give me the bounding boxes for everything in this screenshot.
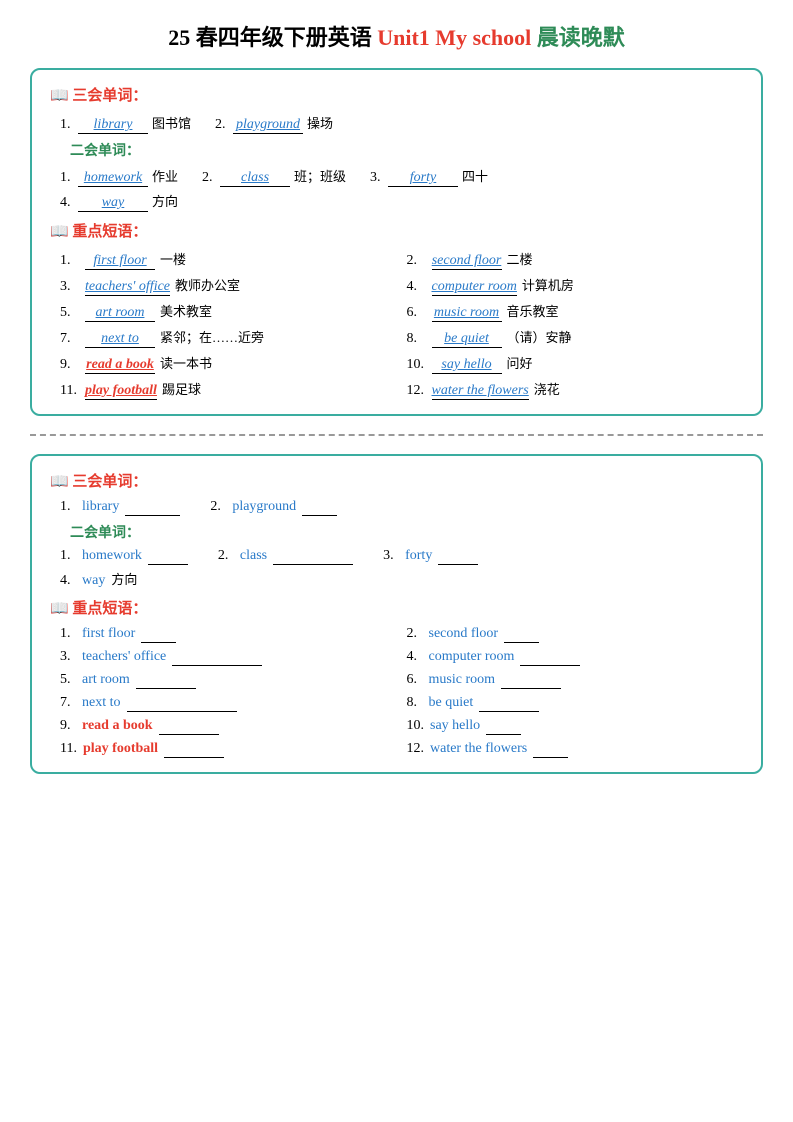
list-item: 5. art room 美术教室 (60, 301, 397, 322)
section1-er-words-row2: 4. way 方向 (60, 191, 743, 212)
section2-er-words-row1: 1. homework 2. class 3. forty (60, 548, 743, 565)
section2-er-words-row2: 4. way 方向 (60, 569, 743, 589)
list-item: 9. read a book (60, 718, 397, 735)
section2-box: 📖 三会单词： 1. library 2. playground 二会单词： 1… (30, 454, 763, 774)
list-item: 4. computer room (407, 649, 744, 666)
dashed-divider (30, 434, 763, 436)
section1-san-header: 📖 三会单词： (50, 84, 743, 105)
list-item: 1. library (60, 499, 180, 516)
list-item: 1. homework 作业 (60, 166, 178, 187)
list-item: 3. teachers' office 教师办公室 (60, 275, 397, 296)
section1-er-words-row1: 1. homework 作业 2. class 班；班级 3. forty 四十 (60, 166, 743, 187)
list-item: 11. play football (60, 741, 397, 758)
list-item: 2. class (218, 548, 353, 565)
list-item: 10. say hello (407, 718, 744, 735)
list-item: 8. be quiet （请）安静 (407, 327, 744, 348)
list-item: 1. first floor 一楼 (60, 249, 397, 270)
section2-phrases-grid: 1. first floor 2. second floor 3. teache… (60, 626, 743, 758)
section1-box: 📖 三会单词： 1. library 图书馆 2. playground 操场 … (30, 68, 763, 416)
list-item: 11. play football 踢足球 (60, 379, 397, 400)
list-item: 8. be quiet (407, 695, 744, 712)
list-item: 9. read a book 读一本书 (60, 353, 397, 374)
title-prefix: 25 春四年级下册英语 (168, 25, 377, 50)
section1-san-words-row: 1. library 图书馆 2. playground 操场 (60, 113, 743, 134)
title-suffix: 晨读晚默 (531, 25, 625, 50)
section2-er-header: 二会单词： (70, 522, 743, 542)
section2-san-words-row: 1. library 2. playground (60, 499, 743, 516)
list-item: 3. forty (383, 548, 478, 565)
list-item: 6. music room (407, 672, 744, 689)
list-item: 4. way 方向 (60, 569, 137, 589)
list-item: 5. art room (60, 672, 397, 689)
list-item: 10. say hello 问好 (407, 353, 744, 374)
list-item: 12. water the flowers (407, 741, 744, 758)
list-item: 3. teachers' office (60, 649, 397, 666)
section1-phrases-grid: 1. first floor 一楼 2. second floor 二楼 3. … (60, 249, 743, 400)
list-item: 3. forty 四十 (370, 166, 488, 187)
list-item: 1. first floor (60, 626, 397, 643)
list-item: 7. next to (60, 695, 397, 712)
list-item: 2. playground (210, 499, 337, 516)
title-unit: Unit1 My school (377, 25, 531, 50)
list-item: 4. way 方向 (60, 191, 178, 212)
section1-er-header: 二会单词： (70, 140, 743, 160)
section2-san-header: 📖 三会单词： (50, 470, 743, 491)
list-item: 12. water the flowers 浇花 (407, 379, 744, 400)
list-item: 2. second floor 二楼 (407, 249, 744, 270)
list-item: 4. computer room 计算机房 (407, 275, 744, 296)
list-item: 6. music room 音乐教室 (407, 301, 744, 322)
list-item: 1. homework (60, 548, 188, 565)
list-item: 1. library 图书馆 (60, 113, 191, 134)
section1-phrases-header: 📖 重点短语： (50, 220, 743, 241)
page-title: 25 春四年级下册英语 Unit1 My school 晨读晚默 (30, 20, 763, 52)
section2-phrases-header: 📖 重点短语： (50, 597, 743, 618)
list-item: 2. playground 操场 (215, 113, 333, 134)
list-item: 7. next to 紧邻；在……近旁 (60, 327, 397, 348)
list-item: 2. class 班；班级 (202, 166, 346, 187)
list-item: 2. second floor (407, 626, 744, 643)
